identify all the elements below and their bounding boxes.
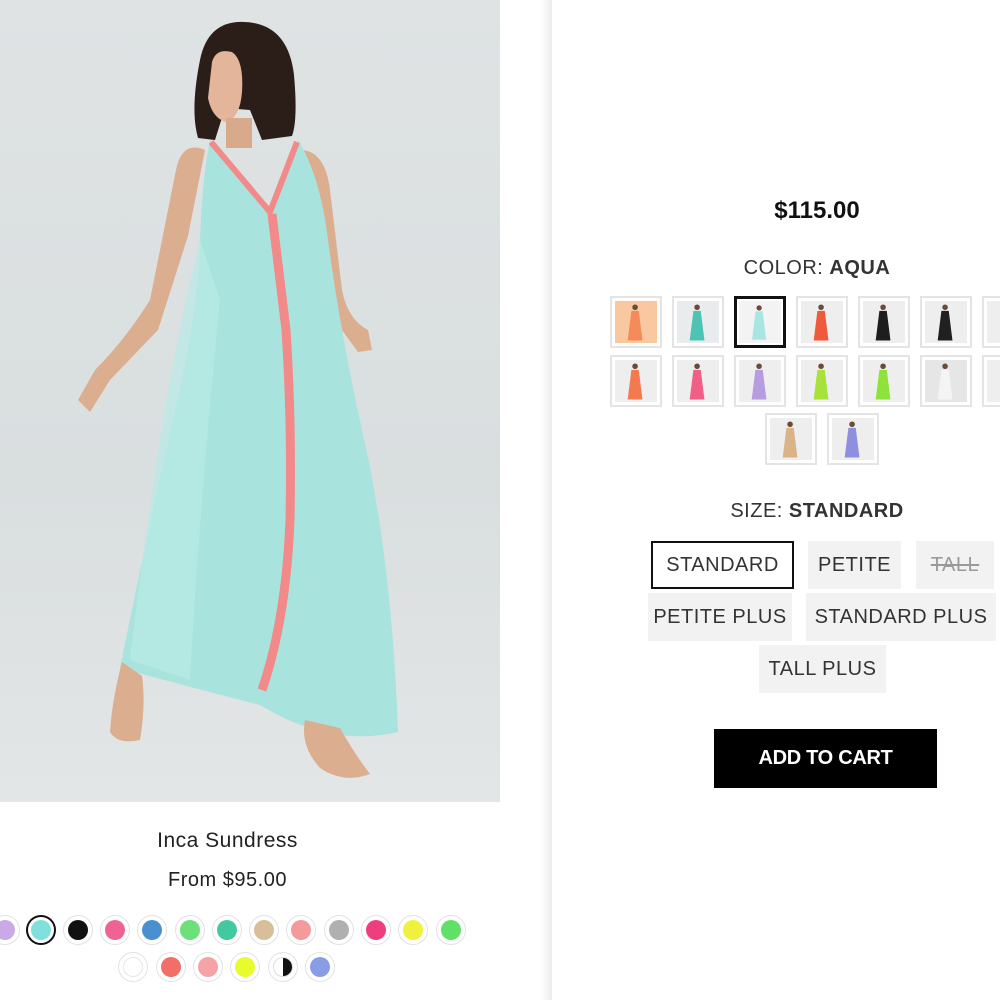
size-option-tall: TALL — [916, 541, 994, 589]
swatch-dress-figure — [782, 421, 798, 458]
color-dot-tan[interactable] — [249, 915, 279, 945]
color-dot-fill — [403, 920, 423, 940]
color-swatch-light-grey[interactable] — [982, 355, 1000, 407]
color-swatch-aqua[interactable] — [734, 296, 786, 348]
color-dot-periwinkle[interactable] — [305, 952, 335, 982]
color-swatch-lilac[interactable] — [734, 355, 786, 407]
color-dot-green[interactable] — [175, 915, 205, 945]
swatch-dress-figure — [875, 304, 891, 341]
color-dot-fill — [180, 920, 200, 940]
color-dot-fill — [31, 920, 51, 940]
color-dot-hot-pink[interactable] — [361, 915, 391, 945]
size-option-standard-plus[interactable]: STANDARD PLUS — [806, 593, 996, 641]
color-dot-fill — [235, 957, 255, 977]
color-dot-fill — [291, 920, 311, 940]
color-dot-coral-pink[interactable] — [286, 915, 316, 945]
color-dot-lime[interactable] — [230, 952, 260, 982]
color-swatch-pink[interactable] — [672, 355, 724, 407]
color-dot-fill — [0, 920, 15, 940]
swatch-dress-figure — [875, 363, 891, 400]
color-swatch-teal[interactable] — [672, 296, 724, 348]
quick-view-price: $115.00 — [774, 197, 860, 224]
swatch-dress-figure — [813, 304, 829, 341]
color-dot-fill — [254, 920, 274, 940]
color-dot-fill — [105, 920, 125, 940]
size-option-tall-plus[interactable]: TALL PLUS — [759, 645, 886, 693]
color-dot-pink[interactable] — [100, 915, 130, 945]
swatch-dress-figure — [937, 363, 953, 400]
swatch-dress-figure — [751, 363, 767, 400]
swatch-dress-figure — [813, 363, 829, 400]
swatch-dress-figure — [752, 305, 767, 340]
color-dot-fill — [329, 920, 349, 940]
color-dot-yellow[interactable] — [398, 915, 428, 945]
size-value: STANDARD — [788, 500, 904, 522]
color-swatch-grey[interactable] — [982, 296, 1000, 348]
color-swatch-black-trim[interactable] — [858, 296, 910, 348]
color-dot-black[interactable] — [63, 915, 93, 945]
product-title[interactable]: Inca Sundress — [0, 829, 455, 853]
swatch-dress-figure — [627, 363, 643, 400]
color-swatch-red-orange[interactable] — [796, 296, 848, 348]
product-price: From $95.00 — [168, 869, 287, 891]
page: Inca Sundress From $95.00 $115.00 COLOR:… — [0, 0, 1000, 1000]
color-swatch-orange[interactable] — [610, 296, 662, 348]
swatch-dress-figure — [844, 421, 860, 458]
size-option-standard[interactable]: STANDARD — [651, 541, 794, 589]
color-dot-white[interactable] — [118, 952, 148, 982]
color-dot-light-pink[interactable] — [193, 952, 223, 982]
color-dot-fill — [273, 957, 293, 977]
color-dot-fill — [123, 957, 143, 977]
product-image[interactable] — [0, 0, 500, 802]
color-swatch-periwinkle[interactable] — [827, 413, 879, 465]
color-dot-fill — [198, 957, 218, 977]
color-dot-grey[interactable] — [324, 915, 354, 945]
color-dot-black-white[interactable] — [268, 952, 298, 982]
color-swatch-neon-green[interactable] — [858, 355, 910, 407]
color-dot-fill — [68, 920, 88, 940]
color-dot-bright-green[interactable] — [436, 915, 466, 945]
color-value: AQUA — [829, 257, 891, 279]
size-option-petite[interactable]: PETITE — [808, 541, 901, 589]
add-to-cart-button[interactable]: ADD TO CART — [714, 729, 937, 788]
color-dot-fill — [142, 920, 162, 940]
color-swatch-black[interactable] — [920, 296, 972, 348]
color-swatch-coral[interactable] — [610, 355, 662, 407]
color-dot-fill — [161, 957, 181, 977]
size-label-text: SIZE: — [730, 500, 783, 522]
color-dot-blue[interactable] — [137, 915, 167, 945]
color-dot-coral[interactable] — [156, 952, 186, 982]
color-swatch-lime[interactable] — [796, 355, 848, 407]
color-dot-teal[interactable] — [212, 915, 242, 945]
color-label: COLOR: AQUA — [552, 257, 1000, 280]
color-dot-fill — [441, 920, 461, 940]
color-dot-aqua[interactable] — [26, 915, 56, 945]
swatch-dress-figure — [999, 397, 1000, 400]
color-swatch-white[interactable] — [920, 355, 972, 407]
color-swatch-tan[interactable] — [765, 413, 817, 465]
quick-view-panel: $115.00 COLOR: AQUA SIZE: STANDARD STAND… — [552, 0, 1000, 1000]
color-dot-fill — [366, 920, 386, 940]
color-dot-fill — [310, 957, 330, 977]
model-photo — [78, 21, 398, 778]
swatch-dress-figure — [937, 304, 953, 341]
color-dot-fill — [217, 920, 237, 940]
color-dot-lavender[interactable] — [0, 915, 20, 945]
product-card: Inca Sundress From $95.00 — [0, 0, 548, 1000]
swatch-dress-figure — [627, 304, 643, 341]
swatch-dress-figure — [689, 304, 705, 341]
swatch-dress-figure — [689, 363, 705, 400]
size-label: SIZE: STANDARD — [552, 500, 1000, 523]
color-label-text: COLOR: — [743, 257, 824, 279]
size-option-petite-plus[interactable]: PETITE PLUS — [648, 593, 792, 641]
swatch-dress-figure — [999, 338, 1000, 341]
